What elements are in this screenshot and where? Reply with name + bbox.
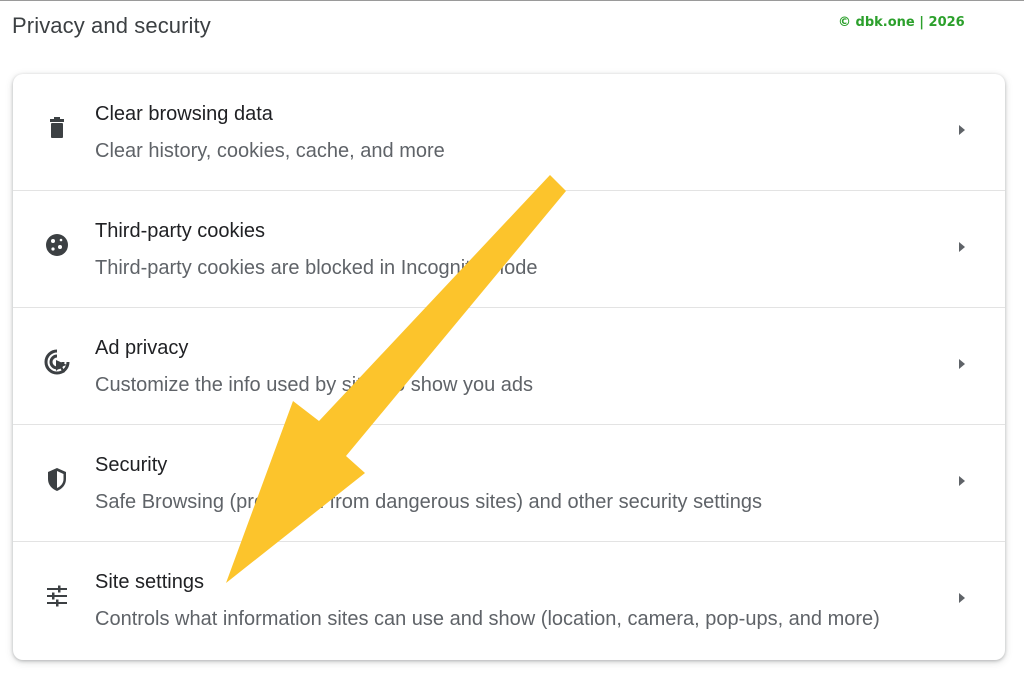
privacy-settings-card: Clear browsing data Clear history, cooki…: [13, 74, 1005, 660]
site-settings-row[interactable]: Site settings Controls what information …: [13, 542, 1005, 659]
ad-privacy-row[interactable]: Ad privacy Customize the info used by si…: [13, 308, 1005, 425]
watermark: © dbk.one | 2026: [838, 15, 965, 30]
row-subtitle: Customize the info used by sites to show…: [95, 374, 534, 396]
row-title: Security: [95, 454, 168, 476]
page-title: Privacy and security: [12, 13, 211, 38]
chevron-right-icon: [955, 588, 969, 608]
cookie-icon: [43, 231, 71, 259]
row-subtitle: Controls what information sites can use …: [95, 608, 880, 630]
chevron-right-icon: [955, 471, 969, 491]
tune-sliders-icon: [43, 582, 71, 610]
chevron-right-icon: [955, 120, 969, 140]
row-title: Third-party cookies: [95, 220, 266, 242]
third-party-cookies-row[interactable]: Third-party cookies Third-party cookies …: [13, 191, 1005, 308]
row-title: Clear browsing data: [95, 103, 273, 125]
security-row[interactable]: Security Safe Browsing (protection from …: [13, 425, 1005, 542]
ad-privacy-icon: [43, 348, 71, 376]
shield-icon: [43, 465, 71, 493]
clear-browsing-data-row[interactable]: Clear browsing data Clear history, cooki…: [13, 74, 1005, 191]
row-subtitle: Safe Browsing (protection from dangerous…: [95, 491, 762, 513]
trash-icon: [43, 114, 71, 142]
chevron-right-icon: [955, 354, 969, 374]
row-title: Site settings: [95, 571, 204, 593]
row-title: Ad privacy: [95, 337, 189, 359]
chevron-right-icon: [955, 237, 969, 257]
settings-page: Privacy and security © dbk.one | 2026 Cl…: [0, 0, 1024, 683]
row-subtitle: Clear history, cookies, cache, and more: [95, 140, 445, 162]
row-subtitle: Third-party cookies are blocked in Incog…: [95, 257, 538, 279]
